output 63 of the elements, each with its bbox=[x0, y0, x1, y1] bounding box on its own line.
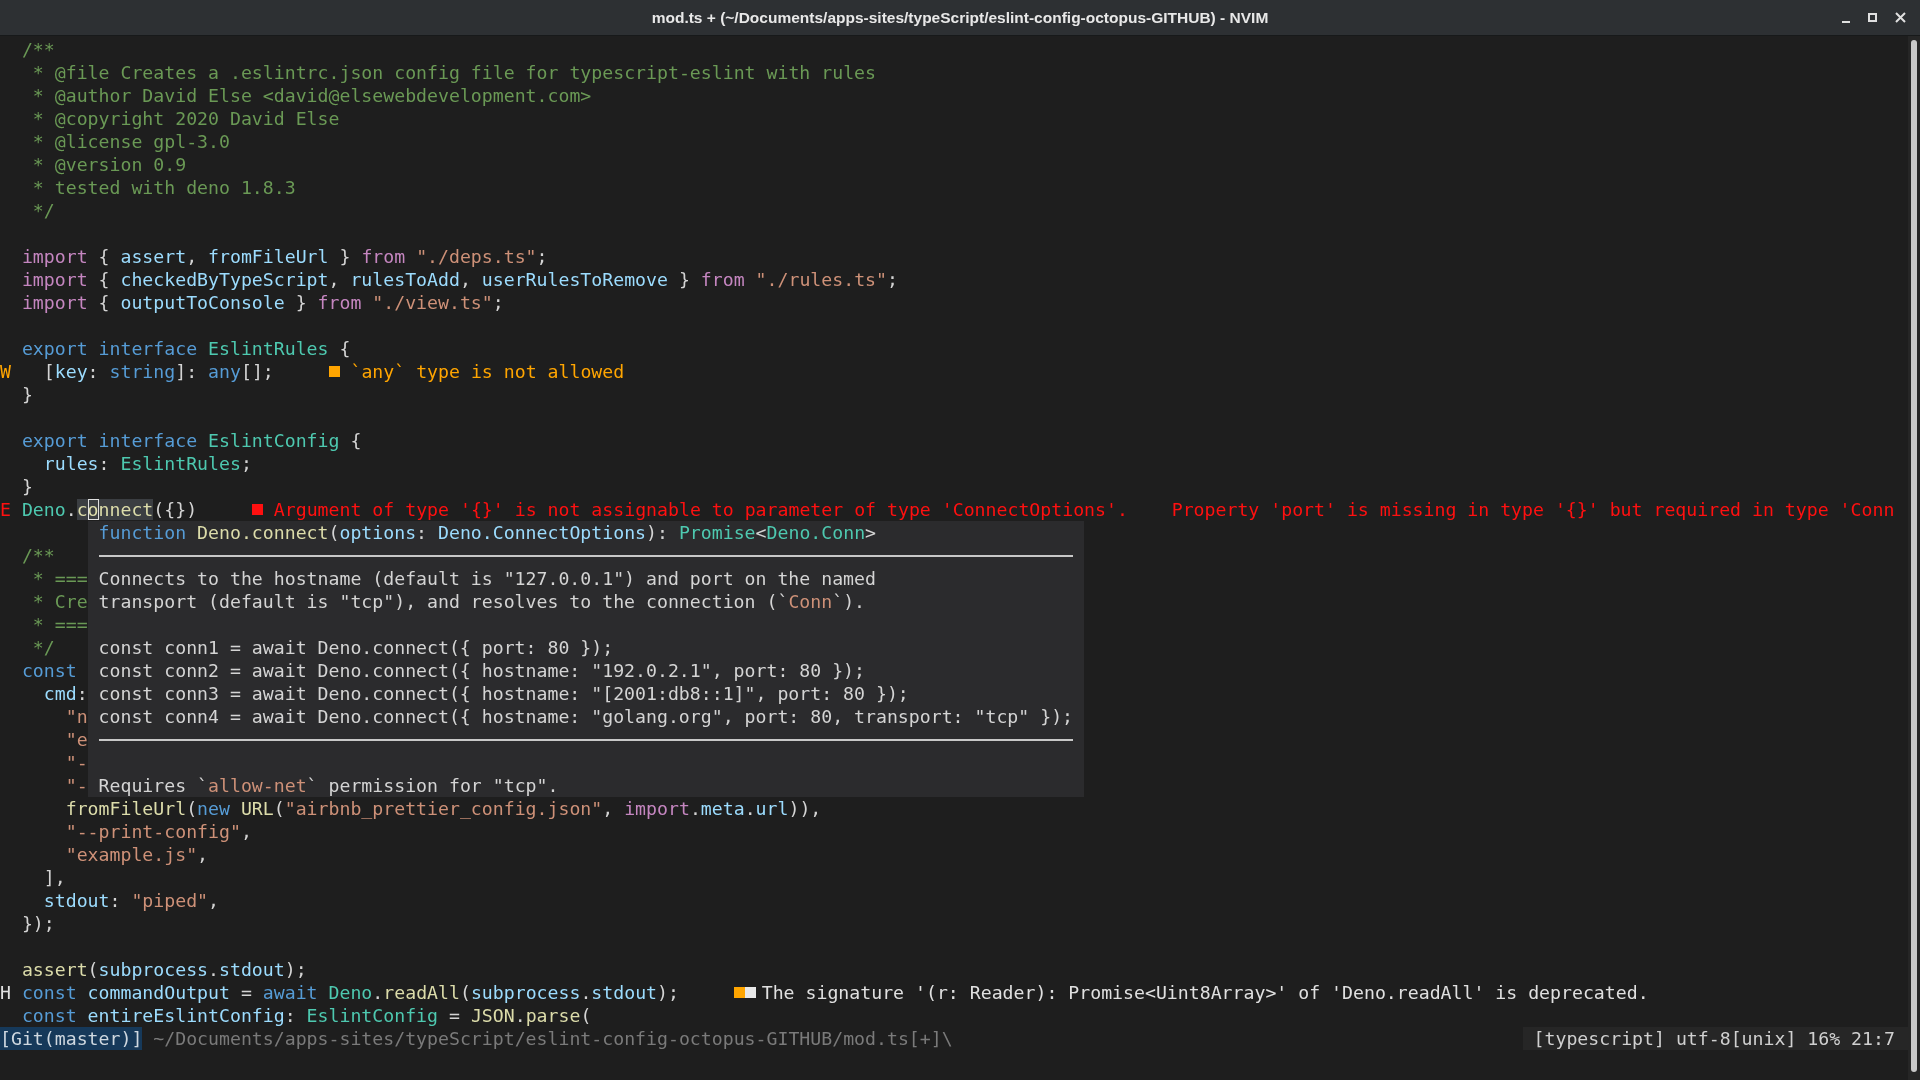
doc-text: transport (default is "tcp"), and resolves to the connection (`Conn`). bbox=[98, 590, 867, 613]
code-line: "--print-config", bbox=[64, 820, 252, 843]
diagnostic-message: The signature '(r: Reader): Promise<Uint8Array>' of 'Deno.readAll' is deprecated. bbox=[761, 981, 1649, 1004]
code-line: */ bbox=[31, 636, 55, 659]
close-icon bbox=[1895, 12, 1906, 23]
diagnostic-marker-icon bbox=[251, 504, 263, 515]
code-line: import { checkedByTypeScript, rulesToAdd, userRulesToRemove } from "./rules.ts"; bbox=[21, 268, 898, 291]
scrollbar-thumb[interactable] bbox=[1911, 40, 1917, 1072]
gutter-sign: W bbox=[0, 361, 11, 382]
code-line: "- bbox=[64, 774, 88, 797]
code-line: export interface EslintRules { bbox=[21, 337, 351, 360]
file-path: ~/Documents/apps-sites/typeScript/eslint-config-octopus-GITHUB/mod.ts[+]\ bbox=[153, 1027, 953, 1050]
gutter-sign: H bbox=[0, 982, 11, 1003]
diagnostic-marker-icon bbox=[733, 987, 756, 998]
code-line: const entireEslintConfig: EslintConfig = JSON.parse( bbox=[21, 1004, 592, 1027]
code-line: assert(subprocess.stdout); bbox=[21, 958, 307, 981]
code-line: * === bbox=[31, 613, 88, 636]
code-line: ], bbox=[42, 866, 66, 889]
code-line: export interface EslintConfig { bbox=[21, 429, 362, 452]
code-example: const conn4 = await Deno.connect({ hostname: "golang.org", port: 80, transport: "tcp" }); bbox=[98, 705, 1075, 728]
code-line: * Cre bbox=[31, 590, 88, 613]
code-line: "e bbox=[64, 728, 88, 751]
diagnostic-message: `any` type is not allowed bbox=[350, 360, 625, 383]
signature-text: function Deno.connect(options: Deno.ConnectOptions): Promise<Deno.Conn> bbox=[98, 521, 878, 544]
code-line: * @copyright 2020 David Else bbox=[31, 107, 340, 130]
minimize-icon bbox=[1842, 20, 1850, 23]
code-example: const conn1 = await Deno.connect({ port: 80 }); bbox=[98, 636, 615, 659]
gutter-sign: E bbox=[0, 499, 11, 520]
code-line: * tested with deno 1.8.3 bbox=[31, 176, 296, 199]
code-line: * @version 0.9 bbox=[31, 153, 187, 176]
code-line: [key: string]: any[]; bbox=[42, 360, 274, 383]
code-line: fromFileUrl(new URL("airbnb_prettier_config.json", import.meta.url)), bbox=[64, 797, 822, 820]
code-line: Deno.connect({}) bbox=[21, 498, 198, 521]
code-line: } bbox=[21, 475, 33, 498]
code-line: * @license gpl-3.0 bbox=[31, 130, 230, 153]
code-example: const conn3 = await Deno.connect({ hostname: "[2001:db8::1]", port: 80 }); bbox=[98, 682, 910, 705]
code-line: import { outputToConsole } from "./view.ts"; bbox=[21, 291, 504, 314]
code-line: * === bbox=[31, 567, 88, 590]
code-line: cmd: bbox=[42, 682, 88, 705]
git-branch-label: [Git(master)] bbox=[0, 1027, 143, 1050]
code-line: rules: EslintRules; bbox=[42, 452, 252, 475]
code-line: /** bbox=[21, 38, 55, 61]
code-line: * @author David Else <david@elsewebdevelopment.com> bbox=[31, 84, 592, 107]
code-line: } bbox=[21, 383, 33, 406]
code-line: */ bbox=[31, 199, 55, 222]
diagnostic-message: Argument of type '{}' is not assignable to parameter of type 'ConnectOptions'. Property 'port' is missing in type '{}' but required in type 'Conn bbox=[273, 498, 1895, 521]
doc-text: Connects to the hostname (default is "127.0.0.1") and port on the named bbox=[98, 567, 877, 590]
file-info: [typescript] utf-8[unix] 16% 21:7 bbox=[1522, 1027, 1908, 1050]
code-line: stdout: "piped", bbox=[42, 889, 219, 912]
code-example: const conn2 = await Deno.connect({ hostname: "192.0.2.1", port: 80 }); bbox=[98, 659, 867, 682]
code-line: "example.js", bbox=[64, 843, 209, 866]
code-line: const bbox=[21, 659, 77, 682]
code-line: const commandOutput = await Deno.readAll(subprocess.stdout); bbox=[21, 981, 679, 1004]
maximize-icon bbox=[1868, 13, 1877, 22]
note-text: Requires `allow-net` permission for "tcp". bbox=[98, 774, 560, 797]
window-title: mod.ts + (~/Documents/apps-sites/typeScript/eslint-config-octopus-GITHUB) - NVIM bbox=[651, 8, 1269, 27]
code-line: "n bbox=[64, 705, 88, 728]
code-line: "- bbox=[64, 751, 88, 774]
code-line: * @file Creates a .eslintrc.json config file for typescript-eslint with rules bbox=[31, 61, 876, 84]
diagnostic-marker-icon bbox=[328, 366, 340, 377]
code-line: }); bbox=[21, 912, 55, 935]
code-line: import { assert, fromFileUrl } from "./deps.ts"; bbox=[21, 245, 548, 268]
code-line: /** bbox=[21, 544, 55, 567]
